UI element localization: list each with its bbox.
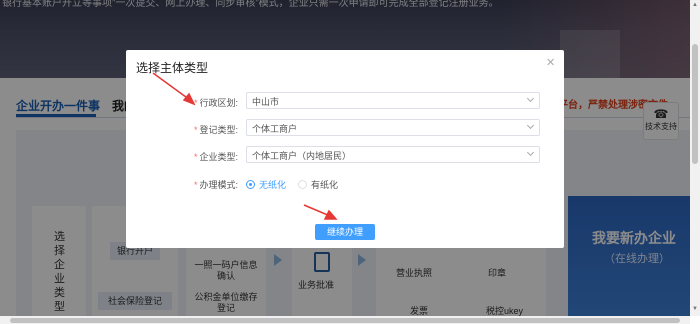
required-mark: * — [193, 180, 198, 190]
radio-paperless[interactable]: 无纸化 — [246, 178, 286, 190]
chevron-down-icon — [526, 148, 535, 157]
radio-paper[interactable]: 有纸化 — [298, 178, 338, 190]
enterprise-type-label-text: 企业类型: — [199, 152, 238, 162]
enterprise-type-select[interactable]: 个体工商户（内地居民） — [246, 146, 540, 163]
enterprise-type-label: * 企业类型: — [126, 150, 238, 163]
radio-unchecked-icon[interactable] — [298, 179, 307, 189]
registration-type-value: 个体工商户 — [252, 124, 298, 134]
required-mark: * — [193, 98, 198, 108]
continue-button[interactable]: 继续办理 — [315, 224, 375, 240]
scroll-down-icon[interactable]: ▼ — [692, 306, 698, 312]
radio-checked-icon[interactable] — [246, 179, 255, 189]
registration-type-select[interactable]: 个体工商户 — [246, 119, 540, 136]
district-label: * 行政区划: — [126, 96, 238, 109]
horizontal-scrollbar[interactable] — [0, 316, 690, 324]
radio-paperless-label: 无纸化 — [259, 179, 287, 190]
dialog-title: 选择主体类型 — [136, 61, 209, 75]
enterprise-type-value: 个体工商户（内地居民） — [252, 151, 352, 161]
processing-mode-label: * 办理模式: — [126, 178, 238, 191]
vertical-scrollbar[interactable]: ▲ ▼ — [690, 0, 700, 316]
district-value: 中山市 — [252, 97, 280, 107]
horizontal-scroll-thumb[interactable] — [10, 318, 680, 323]
required-mark: * — [193, 125, 198, 135]
chevron-down-icon — [526, 94, 535, 103]
chevron-down-icon — [526, 121, 535, 130]
close-icon[interactable]: ✕ — [546, 56, 555, 69]
radio-paper-label: 有纸化 — [311, 179, 339, 190]
required-mark: * — [193, 152, 198, 162]
scroll-up-icon[interactable]: ▲ — [692, 2, 698, 8]
district-label-text: 行政区划: — [199, 98, 238, 108]
processing-mode-label-text: 办理模式: — [199, 180, 238, 190]
select-entity-type-dialog: 选择主体类型 ✕ * 行政区划: 中山市 * 登记类型: 个体工商户 * 企业类型: … — [126, 50, 564, 248]
registration-type-label: * 登记类型: — [126, 123, 238, 136]
vertical-scroll-thumb[interactable] — [692, 44, 698, 164]
registration-type-label-text: 登记类型: — [199, 125, 238, 135]
district-select[interactable]: 中山市 — [246, 92, 540, 109]
